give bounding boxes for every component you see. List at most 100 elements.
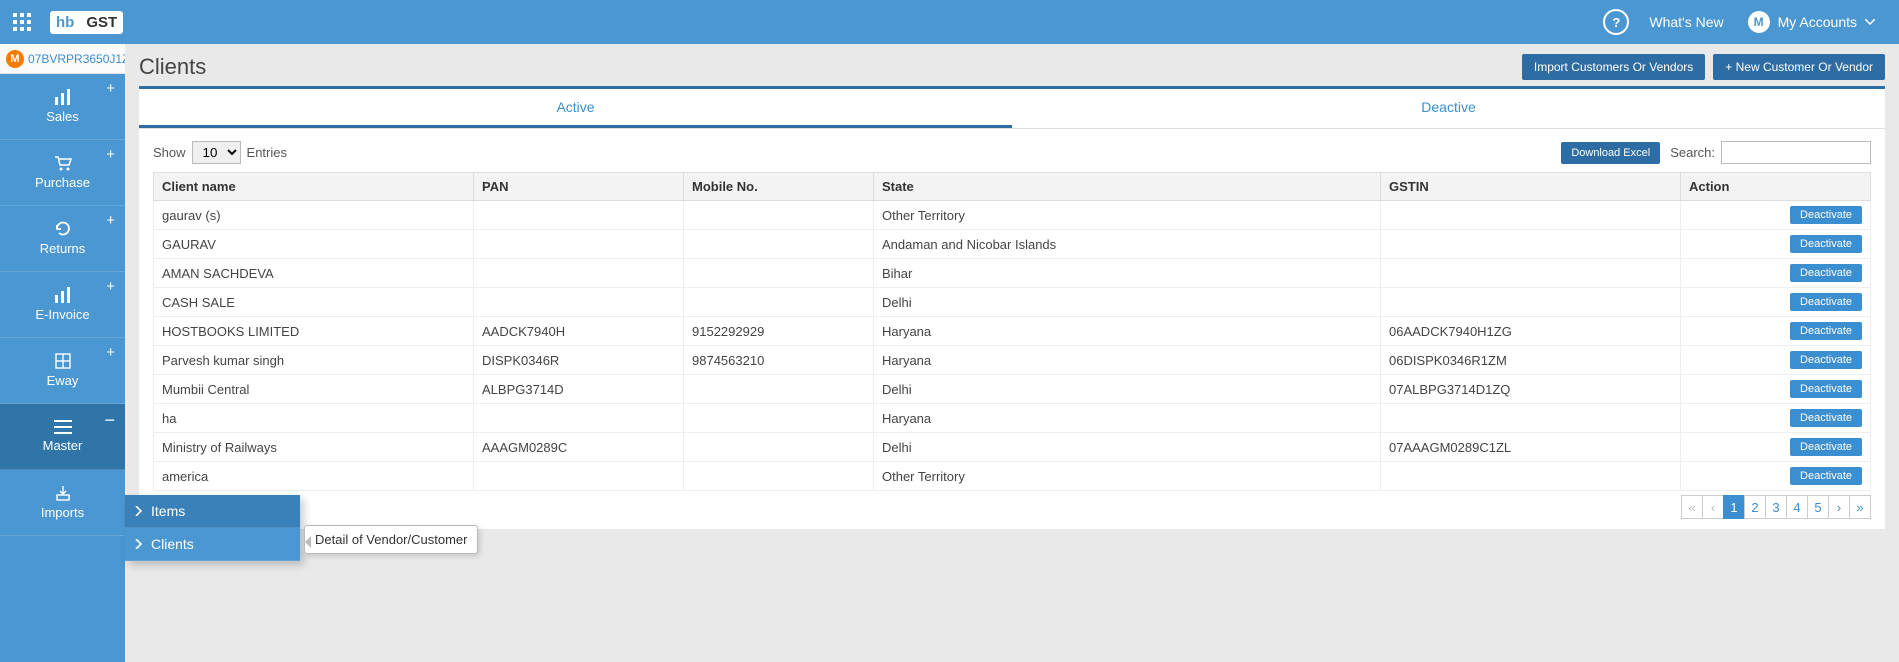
table-row[interactable]: CASH SALE Delhi Deactivate	[154, 288, 1871, 317]
col-pan[interactable]: PAN	[474, 173, 684, 201]
search-input[interactable]	[1721, 141, 1871, 164]
pager-prev[interactable]: ‹	[1702, 495, 1724, 519]
plus-icon[interactable]: +	[106, 278, 115, 295]
cell-client-name: HOSTBOOKS LIMITED	[154, 317, 474, 346]
entries-label: Entries	[247, 145, 287, 160]
new-customer-button[interactable]: + New Customer Or Vendor	[1713, 54, 1885, 80]
sidebar-item-einvoice[interactable]: + E-Invoice	[0, 272, 125, 338]
cell-client-name: Mumbii Central	[154, 375, 474, 404]
plus-icon[interactable]: +	[106, 344, 115, 361]
col-state[interactable]: State	[874, 173, 1381, 201]
import-icon	[55, 485, 71, 501]
deactivate-button[interactable]: Deactivate	[1790, 235, 1862, 253]
cell-gstin	[1381, 201, 1681, 230]
table-row[interactable]: Ministry of RailwaysAAAGM0289CDelhi07AAA…	[154, 433, 1871, 462]
bar-chart-icon	[53, 287, 73, 303]
sidebar-item-master[interactable]: − Master	[0, 404, 125, 470]
sidebar-item-label: Returns	[40, 241, 86, 256]
sidebar-item-label: Master	[43, 438, 83, 453]
cell-state: Andaman and Nicobar Islands	[874, 230, 1381, 259]
table-row[interactable]: HOSTBOOKS LIMITEDAADCK7940H9152292929Har…	[154, 317, 1871, 346]
plus-icon[interactable]: +	[106, 146, 115, 163]
cell-gstin	[1381, 259, 1681, 288]
apps-grid-icon[interactable]	[0, 0, 44, 44]
sidebar-item-imports[interactable]: Imports	[0, 470, 125, 536]
org-id[interactable]: 07BVRPR3650J1ZY	[28, 52, 137, 66]
deactivate-button[interactable]: Deactivate	[1790, 351, 1862, 369]
topbar: hb GST ? What's New M My Accounts	[0, 0, 1899, 44]
cell-mobile: 9152292929	[684, 317, 874, 346]
whats-new-link[interactable]: What's New	[1649, 14, 1723, 30]
cell-gstin	[1381, 462, 1681, 491]
cell-action: Deactivate	[1681, 433, 1871, 462]
cell-pan	[474, 404, 684, 433]
cell-pan	[474, 462, 684, 491]
sidebar-item-label: Purchase	[35, 175, 90, 190]
show-label: Show	[153, 145, 186, 160]
table-row[interactable]: GAURAVAndaman and Nicobar IslandsDeactiv…	[154, 230, 1871, 259]
help-icon[interactable]: ?	[1603, 9, 1629, 35]
import-customers-button[interactable]: Import Customers Or Vendors	[1522, 54, 1705, 80]
pager-next[interactable]: ›	[1828, 495, 1850, 519]
table-row[interactable]: Mumbii CentralALBPG3714DDelhi07ALBPG3714…	[154, 375, 1871, 404]
sidebar-item-eway[interactable]: + Eway	[0, 338, 125, 404]
col-mobile[interactable]: Mobile No.	[684, 173, 874, 201]
cell-state: Delhi	[874, 433, 1381, 462]
cell-state: Other Territory	[874, 462, 1381, 491]
table-row[interactable]: Parvesh kumar singhDISPK0346R9874563210H…	[154, 346, 1871, 375]
tab-active[interactable]: Active	[139, 89, 1012, 128]
table-row[interactable]: AMAN SACHDEVABiharDeactivate	[154, 259, 1871, 288]
cell-state: Delhi	[874, 288, 1381, 317]
content: Clients Import Customers Or Vendors + Ne…	[125, 44, 1899, 662]
cell-mobile	[684, 433, 874, 462]
cell-mobile	[684, 288, 874, 317]
page-size-select[interactable]: 10	[192, 141, 241, 164]
pager-page[interactable]: 2	[1744, 495, 1766, 519]
cell-gstin: 06AADCK7940H1ZG	[1381, 317, 1681, 346]
cell-pan: DISPK0346R	[474, 346, 684, 375]
tab-deactive[interactable]: Deactive	[1012, 89, 1885, 128]
plus-icon[interactable]: +	[106, 212, 115, 229]
submenu-item-clients[interactable]: Clients	[125, 528, 300, 561]
minus-icon[interactable]: −	[104, 410, 115, 431]
pager-page[interactable]: 3	[1765, 495, 1787, 519]
col-client-name[interactable]: Client name	[154, 173, 474, 201]
cell-state: Bihar	[874, 259, 1381, 288]
deactivate-button[interactable]: Deactivate	[1790, 409, 1862, 427]
cell-client-name: CASH SALE	[154, 288, 474, 317]
pager-page[interactable]: 1	[1723, 495, 1745, 519]
table-row[interactable]: haHaryanaDeactivate	[154, 404, 1871, 433]
pager-page[interactable]: 5	[1807, 495, 1829, 519]
deactivate-button[interactable]: Deactivate	[1790, 264, 1862, 282]
account-menu[interactable]: M My Accounts	[1748, 11, 1875, 33]
download-excel-button[interactable]: Download Excel	[1561, 142, 1660, 164]
plus-icon[interactable]: +	[106, 80, 115, 97]
sidebar-item-returns[interactable]: + Returns	[0, 206, 125, 272]
pager-last[interactable]: »	[1849, 495, 1871, 519]
cell-mobile	[684, 201, 874, 230]
cell-action: Deactivate	[1681, 346, 1871, 375]
deactivate-button[interactable]: Deactivate	[1790, 467, 1862, 485]
deactivate-button[interactable]: Deactivate	[1790, 322, 1862, 340]
chevron-down-icon	[1865, 19, 1875, 25]
sidebar-item-label: E-Invoice	[35, 307, 89, 322]
table-controls: Show 10 Entries Download Excel Search:	[139, 129, 1885, 172]
logo[interactable]: hb GST	[50, 11, 123, 34]
sidebar-item-purchase[interactable]: + Purchase	[0, 140, 125, 206]
cell-action: Deactivate	[1681, 288, 1871, 317]
table-row[interactable]: gaurav (s)Other TerritoryDeactivate	[154, 201, 1871, 230]
logo-hb: hb	[50, 11, 80, 34]
table-row[interactable]: americaOther TerritoryDeactivate	[154, 462, 1871, 491]
sidebar-item-sales[interactable]: + Sales	[0, 74, 125, 140]
cell-client-name: Parvesh kumar singh	[154, 346, 474, 375]
submenu-item-items[interactable]: Items	[125, 495, 300, 528]
col-gstin[interactable]: GSTIN	[1381, 173, 1681, 201]
deactivate-button[interactable]: Deactivate	[1790, 380, 1862, 398]
deactivate-button[interactable]: Deactivate	[1790, 206, 1862, 224]
deactivate-button[interactable]: Deactivate	[1790, 438, 1862, 456]
cell-state: Other Territory	[874, 201, 1381, 230]
chevron-right-icon	[135, 539, 143, 549]
pager-page[interactable]: 4	[1786, 495, 1808, 519]
pager-first[interactable]: «	[1681, 495, 1703, 519]
deactivate-button[interactable]: Deactivate	[1790, 293, 1862, 311]
